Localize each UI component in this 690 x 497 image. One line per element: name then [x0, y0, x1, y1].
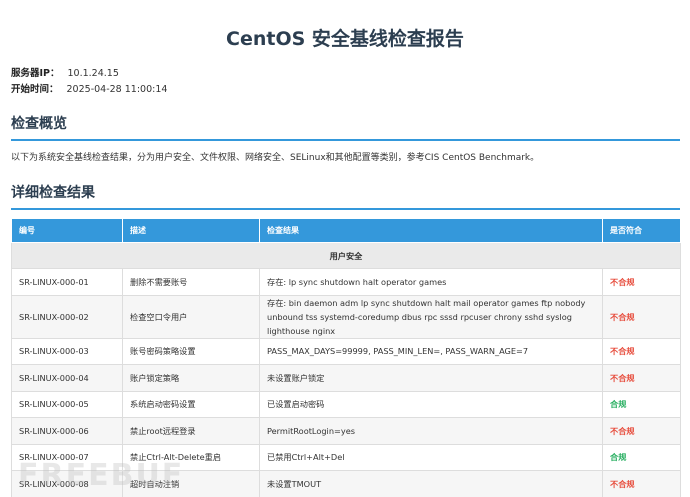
row-status: 不合规	[602, 268, 681, 296]
row-id: SR-LINUX-000-05	[11, 390, 123, 418]
table-row: SR-LINUX-000-05 系统启动密码设置 已设置启动密码 合规	[11, 390, 681, 418]
table-row: SR-LINUX-000-02 检查空口令用户 存在: bin daemon a…	[11, 294, 681, 339]
section-label: 用户安全	[11, 242, 681, 269]
row-status: 不合规	[602, 470, 681, 497]
row-status: 不合规	[602, 337, 681, 365]
row-desc: 检查空口令用户	[122, 294, 260, 339]
row-status: 不合规	[602, 417, 681, 445]
results-table: 编号 描述 检查结果 是否符合 用户安全 SR-LINUX-000-01 删除不…	[11, 218, 681, 497]
row-desc: 超时自动注销	[122, 470, 260, 497]
row-desc: 系统启动密码设置	[122, 390, 260, 418]
server-ip-value: 10.1.24.15	[67, 68, 119, 79]
row-id: SR-LINUX-000-02	[11, 294, 123, 339]
column-header-result: 检查结果	[259, 218, 603, 243]
table-row: SR-LINUX-000-03 账号密码策略设置 PASS_MAX_DAYS=9…	[11, 337, 681, 365]
row-result: PASS_MAX_DAYS=99999, PASS_MIN_LEN=, PASS…	[259, 337, 603, 365]
start-time-line: 开始时间： 2025-04-28 11:00:14	[11, 81, 167, 95]
row-id: SR-LINUX-000-06	[11, 417, 123, 445]
row-desc: 禁止Ctrl-Alt-Delete重启	[122, 443, 260, 471]
table-row: SR-LINUX-000-01 删除不需要账号 存在: lp sync shut…	[11, 268, 681, 296]
page-title: CentOS 安全基线检查报告	[226, 28, 464, 50]
column-header-id: 编号	[11, 218, 123, 243]
server-ip-label: 服务器IP：	[11, 68, 60, 79]
start-time-label: 开始时间：	[11, 84, 59, 95]
column-header-status: 是否符合	[602, 218, 681, 243]
row-id: SR-LINUX-000-04	[11, 364, 123, 392]
row-result: 已设置启动密码	[259, 390, 603, 418]
start-time-value: 2025-04-28 11:00:14	[66, 84, 168, 95]
row-id: SR-LINUX-000-07	[11, 443, 123, 471]
overview-heading: 检查概览	[11, 113, 680, 141]
table-row: SR-LINUX-000-06 禁止root远程登录 PermitRootLog…	[11, 417, 681, 445]
table-row: SR-LINUX-000-07 禁止Ctrl-Alt-Delete重启 已禁用C…	[11, 443, 681, 471]
overview-text: 以下为系统安全基线检查结果，分为用户安全、文件权限、网络安全、SELinux和其…	[11, 153, 540, 163]
row-result: 已禁用Ctrl+Alt+Del	[259, 443, 603, 471]
row-id: SR-LINUX-000-08	[11, 470, 123, 497]
row-result: 未设置TMOUT	[259, 470, 603, 497]
row-desc: 账号密码策略设置	[122, 337, 260, 365]
row-status: 不合规	[602, 294, 681, 339]
server-ip-line: 服务器IP： 10.1.24.15	[11, 65, 119, 79]
row-status: 不合规	[602, 364, 681, 392]
row-desc: 删除不需要账号	[122, 268, 260, 296]
row-status: 合规	[602, 443, 681, 471]
row-desc: 禁止root远程登录	[122, 417, 260, 445]
column-header-desc: 描述	[122, 218, 260, 243]
row-result: 存在: bin daemon adm lp sync shutdown halt…	[259, 294, 603, 339]
details-heading: 详细检查结果	[11, 182, 680, 210]
section-row: 用户安全	[11, 242, 681, 269]
table-row: SR-LINUX-000-08 超时自动注销 未设置TMOUT 不合规	[11, 470, 681, 497]
table-header-row: 编号 描述 检查结果 是否符合	[11, 218, 681, 243]
row-result: PermitRootLogin=yes	[259, 417, 603, 445]
row-result: 未设置账户锁定	[259, 364, 603, 392]
row-status: 合规	[602, 390, 681, 418]
row-desc: 账户锁定策略	[122, 364, 260, 392]
row-result: 存在: lp sync shutdown halt operator games	[259, 268, 603, 296]
row-id: SR-LINUX-000-03	[11, 337, 123, 365]
table-row: SR-LINUX-000-04 账户锁定策略 未设置账户锁定 不合规	[11, 364, 681, 392]
row-id: SR-LINUX-000-01	[11, 268, 123, 296]
